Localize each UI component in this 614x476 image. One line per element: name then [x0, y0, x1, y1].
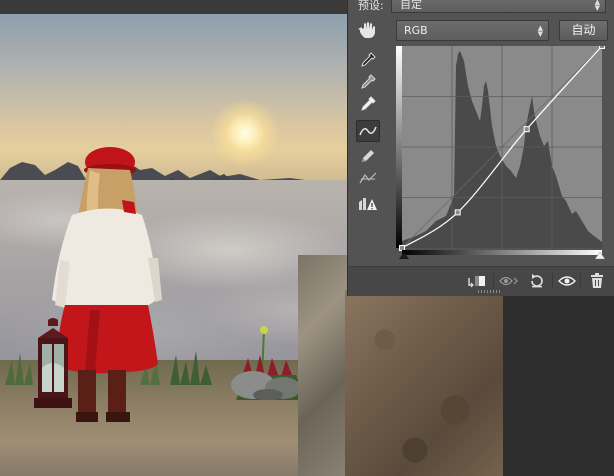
edit-points-curve-icon[interactable]: [356, 120, 380, 142]
separator: [580, 273, 581, 289]
panel-resize-grip[interactable]: [478, 290, 500, 293]
curve-control-point[interactable]: [599, 46, 605, 49]
smooth-curve-icon[interactable]: [358, 168, 378, 188]
view-previous-state-icon[interactable]: [498, 272, 520, 290]
gray-point-eyedropper-icon[interactable]: [358, 72, 378, 92]
channel-value: RGB: [404, 24, 428, 37]
curves-graph[interactable]: [396, 46, 608, 259]
separator: [552, 273, 553, 289]
preset-label: 预设:: [358, 0, 384, 12]
output-gradient-bar: [396, 46, 402, 248]
curve-control-point[interactable]: [399, 245, 405, 251]
trash-icon[interactable]: [586, 272, 608, 290]
curve-control-point[interactable]: [523, 126, 530, 133]
clip-to-layer-icon[interactable]: [466, 272, 488, 290]
curves-properties-panel: 预设: 自定 ▲ ▼ RGB ▲ ▼ 自动: [347, 0, 614, 296]
separator: [493, 273, 494, 289]
auto-button[interactable]: 自动: [559, 20, 608, 41]
visibility-eye-icon[interactable]: [556, 272, 578, 290]
white-point-eyedropper-icon[interactable]: [358, 94, 378, 114]
chevron-updown-icon: ▲ ▼: [594, 0, 600, 12]
reset-icon[interactable]: [526, 272, 548, 290]
curve-control-point[interactable]: [454, 209, 461, 216]
chevron-updown-icon: ▲ ▼: [537, 24, 543, 38]
clipping-warning-icon[interactable]: [358, 194, 378, 214]
preset-row: 预设: 自定 ▲ ▼: [348, 0, 614, 15]
canvas-dark-area: [503, 290, 614, 476]
targeted-adjust-hand-icon[interactable]: [358, 20, 378, 40]
lantern: [34, 318, 72, 408]
preset-dropdown[interactable]: 自定 ▲ ▼: [391, 0, 606, 13]
stone-wall: [345, 290, 503, 476]
black-point-eyedropper-icon[interactable]: [358, 50, 378, 70]
rocks: [231, 371, 301, 400]
pencil-icon[interactable]: [358, 146, 378, 166]
input-gradient-bar: [402, 250, 602, 255]
preset-value: 自定: [400, 0, 422, 11]
channel-dropdown[interactable]: RGB ▲ ▼: [396, 20, 549, 41]
